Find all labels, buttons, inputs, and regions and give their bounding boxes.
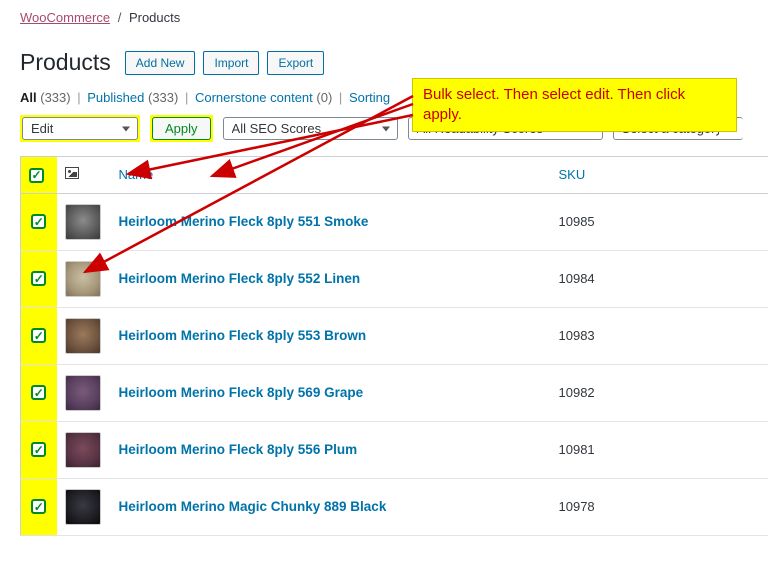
row-checkbox[interactable]	[31, 442, 46, 457]
filter-cornerstone[interactable]: Cornerstone content	[195, 90, 313, 105]
product-name-link[interactable]: Heirloom Merino Magic Chunky 889 Black	[119, 499, 387, 514]
table-row: Heirloom Merino Fleck 8ply 551 Smoke 1098…	[21, 193, 768, 250]
product-thumbnail[interactable]	[65, 204, 101, 240]
table-row: Heirloom Merino Fleck 8ply 569 Grape 1098…	[21, 364, 768, 421]
breadcrumb-current: Products	[129, 10, 180, 25]
image-icon	[65, 167, 79, 179]
table-row: Heirloom Merino Fleck 8ply 552 Linen 1098…	[21, 250, 768, 307]
table-row: Heirloom Merino Magic Chunky 889 Black 10…	[21, 478, 768, 535]
page-title: Products	[20, 49, 111, 76]
breadcrumb-parent-link[interactable]: WooCommerce	[20, 10, 110, 25]
col-name-sort[interactable]: Name	[119, 167, 154, 182]
bulk-action-select[interactable]: Edit	[22, 117, 138, 140]
page-header: Products Add New Import Export	[20, 49, 768, 76]
product-sku: 10984	[559, 271, 595, 286]
product-thumbnail[interactable]	[65, 261, 101, 297]
import-button[interactable]: Import	[203, 51, 259, 75]
apply-button[interactable]: Apply	[152, 117, 211, 140]
col-sku-sort[interactable]: SKU	[559, 167, 586, 182]
product-name-link[interactable]: Heirloom Merino Fleck 8ply 556 Plum	[119, 442, 358, 457]
product-thumbnail[interactable]	[65, 432, 101, 468]
product-sku: 10983	[559, 328, 595, 343]
product-name-link[interactable]: Heirloom Merino Fleck 8ply 552 Linen	[119, 271, 361, 286]
row-checkbox[interactable]	[31, 271, 46, 286]
product-thumbnail[interactable]	[65, 375, 101, 411]
product-sku: 10982	[559, 385, 595, 400]
filter-sorting[interactable]: Sorting	[349, 90, 390, 105]
product-sku: 10978	[559, 499, 595, 514]
breadcrumb: WooCommerce / Products	[20, 10, 768, 25]
product-name-link[interactable]: Heirloom Merino Fleck 8ply 551 Smoke	[119, 214, 369, 229]
product-name-link[interactable]: Heirloom Merino Fleck 8ply 569 Grape	[119, 385, 364, 400]
seo-score-select[interactable]: All SEO Scores	[223, 117, 398, 140]
product-name-link[interactable]: Heirloom Merino Fleck 8ply 553 Brown	[119, 328, 367, 343]
row-checkbox[interactable]	[31, 328, 46, 343]
annotation-callout: Bulk select. Then select edit. Then clic…	[412, 78, 737, 132]
product-thumbnail[interactable]	[65, 318, 101, 354]
annotation-text: Bulk select. Then select edit. Then clic…	[423, 86, 685, 123]
col-image	[57, 157, 111, 194]
breadcrumb-separator: /	[118, 10, 122, 25]
product-sku: 10985	[559, 214, 595, 229]
product-sku: 10981	[559, 442, 595, 457]
table-row: Heirloom Merino Fleck 8ply 556 Plum 10981	[21, 421, 768, 478]
filter-all[interactable]: All	[20, 90, 37, 105]
add-new-button[interactable]: Add New	[125, 51, 196, 75]
row-checkbox[interactable]	[31, 499, 46, 514]
col-select-all	[21, 157, 57, 194]
row-checkbox[interactable]	[31, 214, 46, 229]
select-all-checkbox[interactable]	[29, 168, 44, 183]
product-thumbnail[interactable]	[65, 489, 101, 525]
filter-published[interactable]: Published	[87, 90, 144, 105]
export-button[interactable]: Export	[267, 51, 324, 75]
row-checkbox[interactable]	[31, 385, 46, 400]
table-row: Heirloom Merino Fleck 8ply 553 Brown 1098…	[21, 307, 768, 364]
products-table: Name SKU Heirloom Merino Fleck 8ply 551 …	[20, 156, 768, 536]
